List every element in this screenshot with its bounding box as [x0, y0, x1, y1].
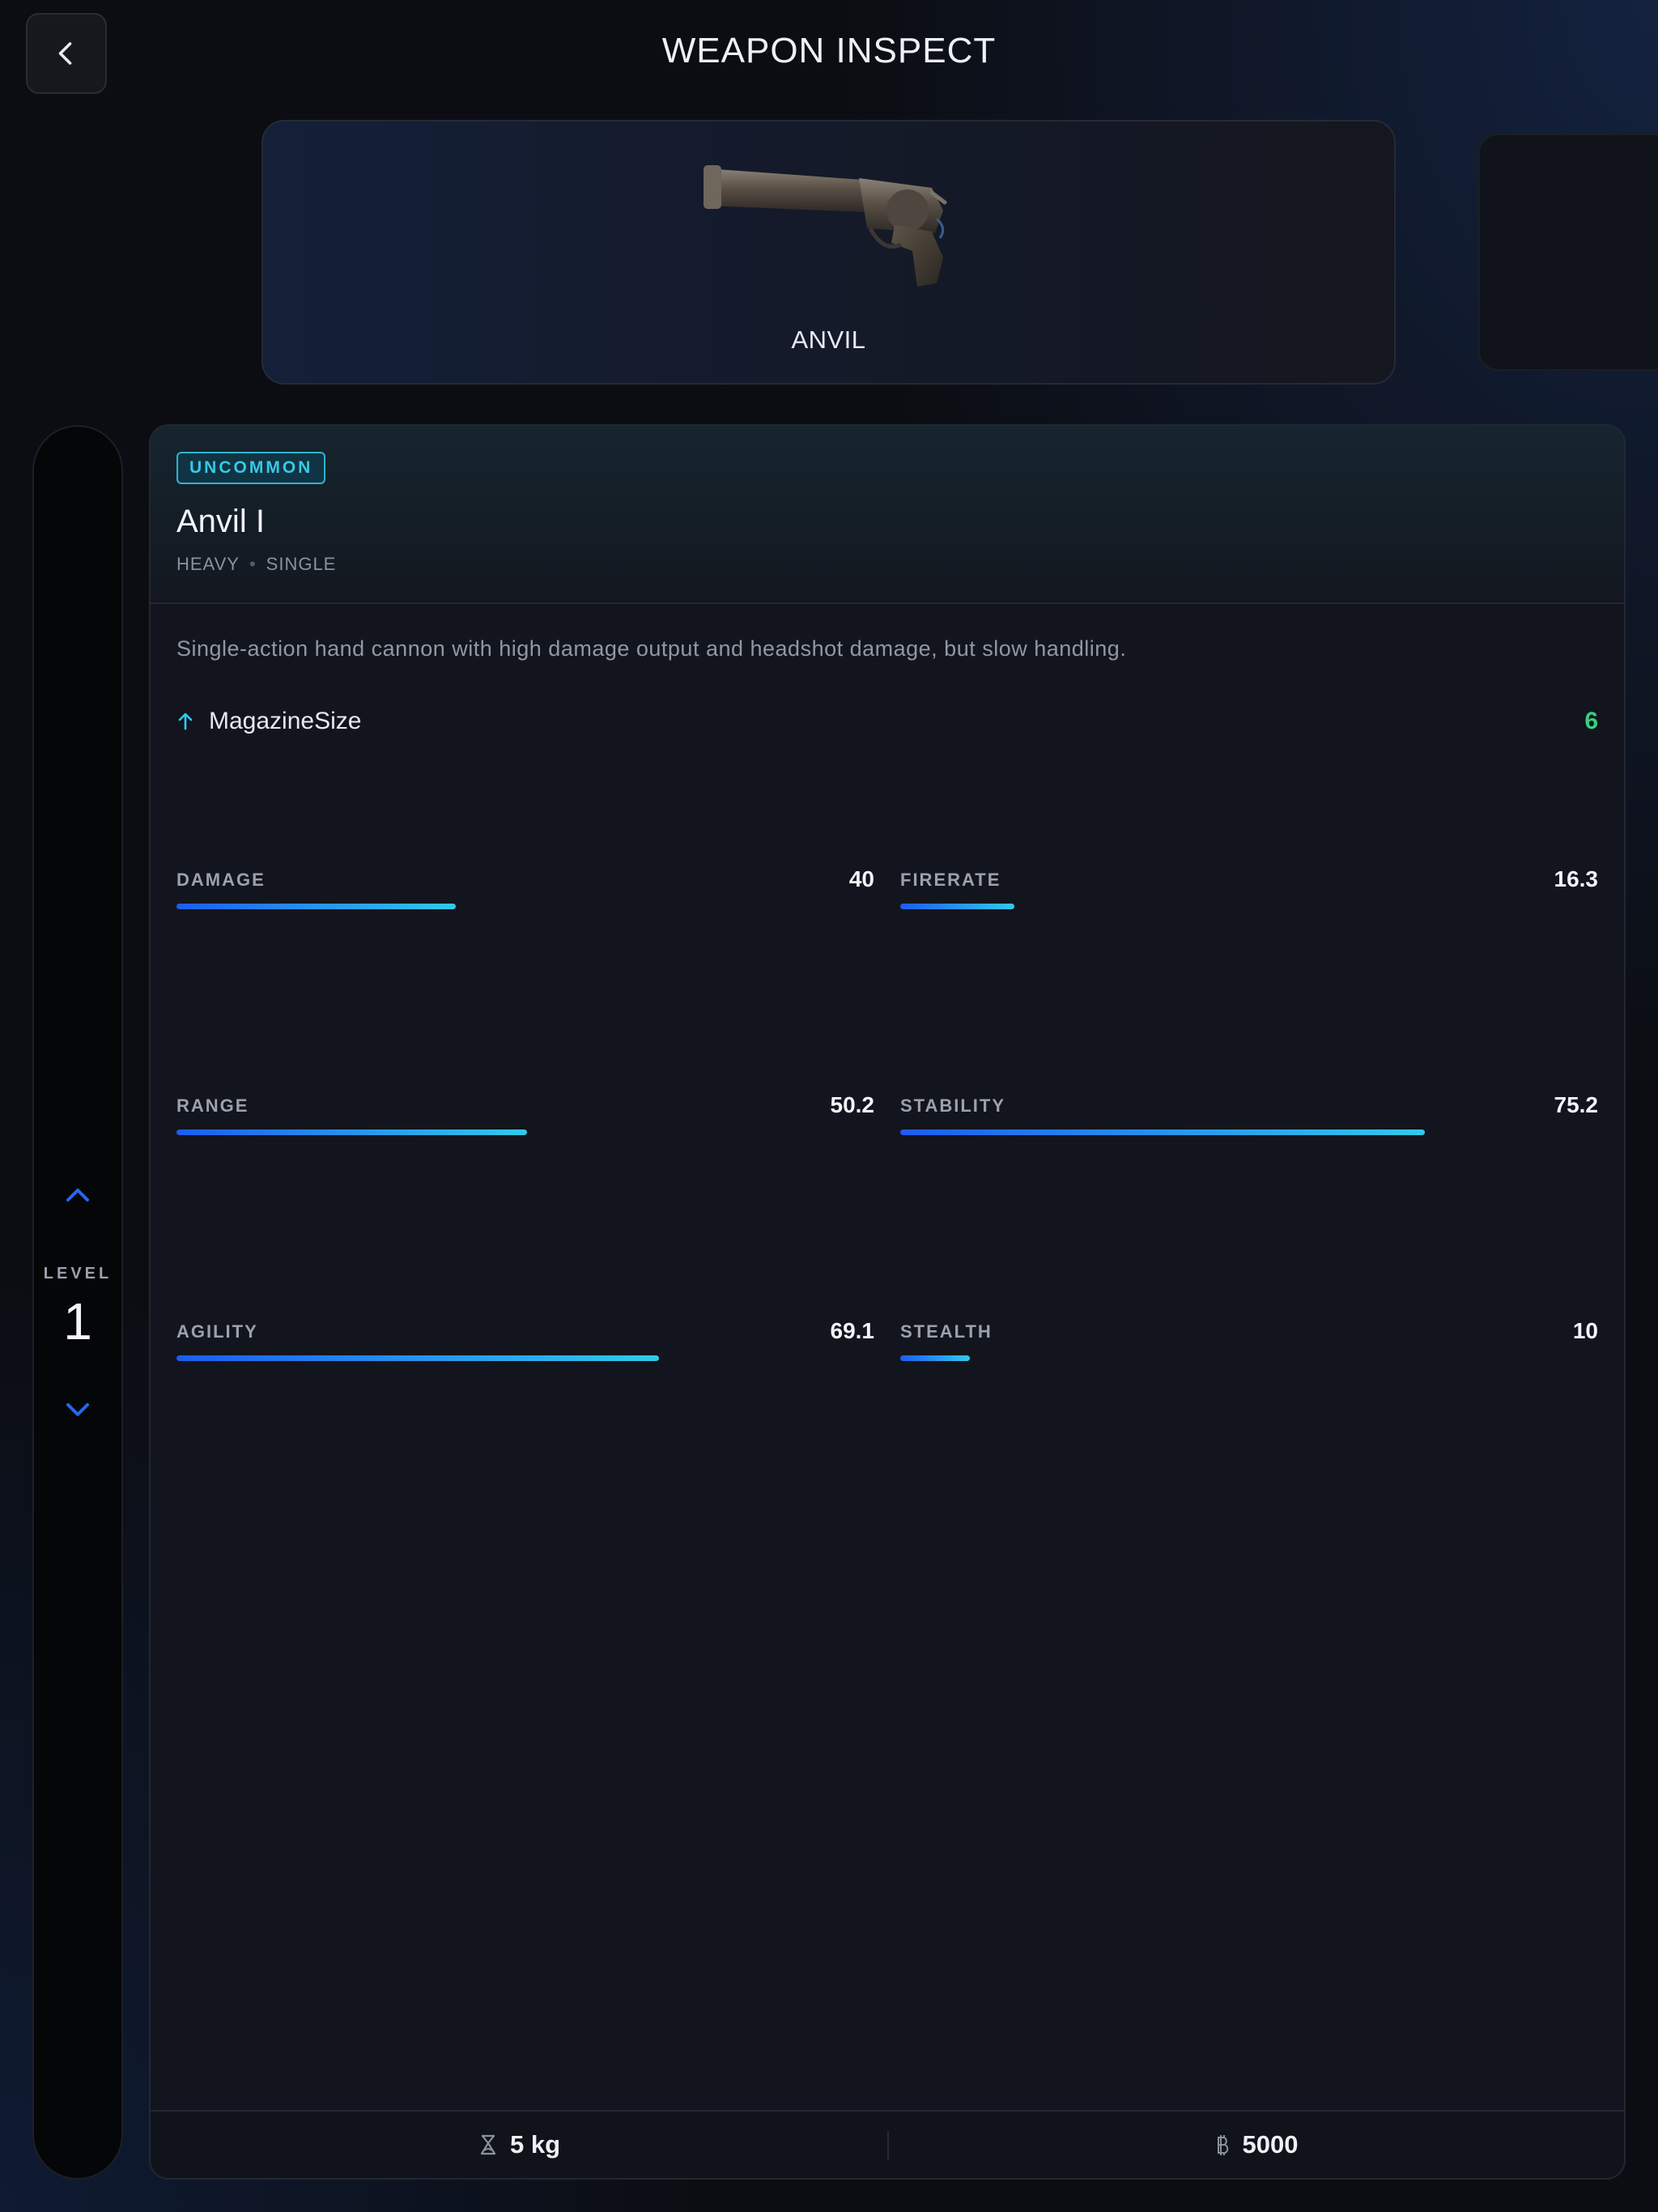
level-selector: LEVEL 1	[32, 425, 123, 2180]
stat-bar	[176, 904, 874, 909]
stat-damage: DAMAGE 40	[176, 866, 874, 918]
stat-name: STEALTH	[900, 1321, 993, 1342]
stat-bar	[176, 1129, 874, 1135]
weight-display: 5 kg	[151, 2112, 887, 2178]
page-title: WEAPON INSPECT	[661, 31, 997, 70]
chevron-down-icon	[66, 1403, 89, 1416]
price-display: 5000	[887, 2112, 1624, 2178]
weapon-class: HEAVY	[176, 554, 240, 574]
stat-bar	[900, 1129, 1598, 1135]
stat-bar-fill	[176, 1355, 659, 1361]
stat-stealth: STEALTH 10	[900, 1318, 1598, 1370]
stat-name: RANGE	[176, 1095, 249, 1116]
item-description: Single-action hand cannon with high dama…	[176, 636, 1127, 661]
stat-value: 40	[848, 866, 874, 891]
weapon-inspect-screen: WEAPON INSPECT ANVIL LEVEL 1 UNCOMMON An…	[0, 0, 1658, 2212]
detail-header: UNCOMMON Anvil I HEAVY • SINGLE	[151, 426, 1624, 604]
fire-mode: SINGLE	[266, 554, 337, 574]
stat-value: 75.2	[1554, 1092, 1599, 1117]
separator-dot: •	[249, 554, 257, 574]
stat-bar-fill	[176, 904, 456, 909]
stat-bar-fill	[900, 1355, 971, 1361]
level-down-button[interactable]	[34, 1398, 121, 1421]
stat-name: FIRERATE	[900, 870, 1001, 890]
stat-name: AGILITY	[176, 1321, 258, 1342]
currency-icon	[1217, 2135, 1228, 2155]
item-footer: 5 kg 5000	[151, 2110, 1624, 2178]
modifier-label: MagazineSize	[209, 708, 362, 734]
stat-name: DAMAGE	[176, 870, 266, 890]
modifier-row: MagazineSize 6	[176, 706, 1598, 738]
stat-value: 69.1	[830, 1318, 875, 1343]
stat-value: 50.2	[830, 1092, 875, 1117]
stat-bar-fill	[900, 1129, 1426, 1135]
weight-icon	[480, 2134, 496, 2155]
stat-agility: AGILITY 69.1	[176, 1318, 875, 1370]
weapon-name: ANVIL	[791, 325, 866, 354]
arrow-up-icon	[178, 713, 193, 730]
item-name: Anvil I	[176, 504, 265, 539]
level-value: 1	[63, 1292, 92, 1351]
stat-value: 16.3	[1554, 866, 1599, 891]
revolver-hand-cannon-image	[704, 165, 947, 287]
stat-value: 10	[1572, 1318, 1598, 1343]
modifier-value: 6	[1584, 708, 1598, 734]
weapon-detail-panel: UNCOMMON Anvil I HEAVY • SINGLE Single-act…	[149, 424, 1626, 2180]
price-value: 5000	[1242, 2130, 1299, 2159]
weapon-card-next[interactable]	[1478, 134, 1658, 371]
weight-value: 5 kg	[509, 2130, 561, 2159]
level-up-button[interactable]	[34, 1184, 121, 1206]
stat-range: RANGE 50.2	[176, 1092, 875, 1144]
level-label: LEVEL	[43, 1265, 113, 1283]
stat-firerate: FIRERATE 16.3	[900, 866, 1598, 918]
item-tags: HEAVY • SINGLE	[176, 554, 336, 575]
stat-stability: STABILITY 75.2	[900, 1092, 1599, 1144]
stat-name: STABILITY	[900, 1095, 1006, 1116]
chevron-up-icon	[66, 1189, 89, 1202]
stat-bar-fill	[900, 904, 1014, 909]
stat-bar	[900, 904, 1598, 909]
stat-bar	[176, 1355, 874, 1361]
stat-bar	[900, 1355, 1598, 1361]
rarity-badge: UNCOMMON	[176, 452, 326, 484]
stat-bar-fill	[176, 1129, 527, 1135]
weapon-card-active[interactable]: ANVIL	[261, 120, 1396, 385]
